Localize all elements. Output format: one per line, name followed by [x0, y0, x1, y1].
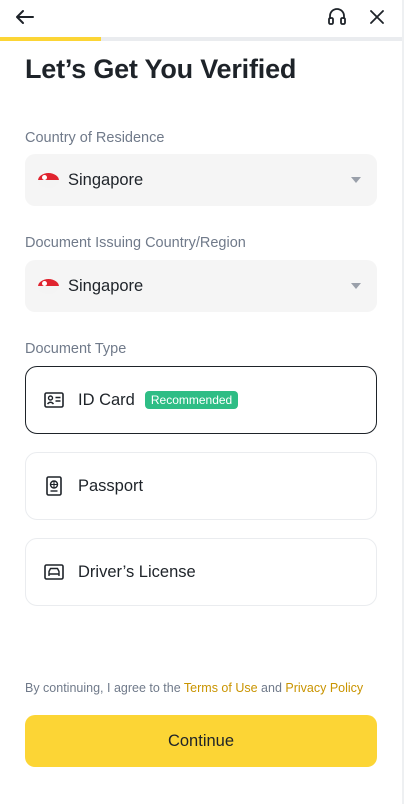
singapore-flag-icon [38, 278, 59, 294]
issuing-select[interactable]: Singapore [25, 260, 377, 312]
recommended-badge: Recommended [144, 391, 239, 409]
privacy-policy-link[interactable]: Privacy Policy [285, 681, 363, 695]
terms-prefix: By continuing, I agree to the [25, 681, 181, 695]
back-button[interactable] [10, 4, 40, 30]
issuing-label: Document Issuing Country/Region [25, 235, 246, 251]
option-id-card[interactable]: ID Card Recommended [25, 366, 377, 434]
terms-joiner: and [261, 681, 282, 695]
progress-bar [0, 37, 404, 41]
page-title: Let’s Get You Verified [25, 54, 297, 84]
id-card-icon [44, 390, 64, 410]
residence-label: Country of Residence [25, 130, 165, 146]
arrow-left-icon [16, 10, 34, 24]
caret-down-icon [351, 283, 361, 289]
top-bar [0, 0, 404, 36]
caret-down-icon [351, 177, 361, 183]
option-label: Passport [78, 476, 144, 495]
passport-icon [44, 476, 64, 496]
residence-value: Singapore [68, 170, 144, 189]
drivers-license-icon [44, 562, 64, 582]
terms-notice: By continuing, I agree to the Terms of U… [25, 681, 363, 695]
terms-of-use-link[interactable]: Terms of Use [184, 681, 258, 695]
residence-select[interactable]: Singapore [25, 154, 377, 206]
option-drivers-license[interactable]: Driver’s License [25, 538, 377, 606]
continue-button[interactable]: Continue [25, 715, 377, 767]
option-passport[interactable]: Passport [25, 452, 377, 520]
option-label: Driver’s License [78, 562, 196, 581]
document-type-label: Document Type [25, 341, 127, 357]
close-icon [370, 10, 384, 24]
headset-icon [328, 8, 346, 25]
singapore-flag-icon [38, 172, 59, 188]
progress-bar-fill [0, 37, 101, 41]
issuing-value: Singapore [68, 276, 144, 295]
close-button[interactable] [364, 4, 390, 30]
support-button[interactable] [324, 4, 350, 30]
option-label: ID Card [78, 390, 135, 409]
